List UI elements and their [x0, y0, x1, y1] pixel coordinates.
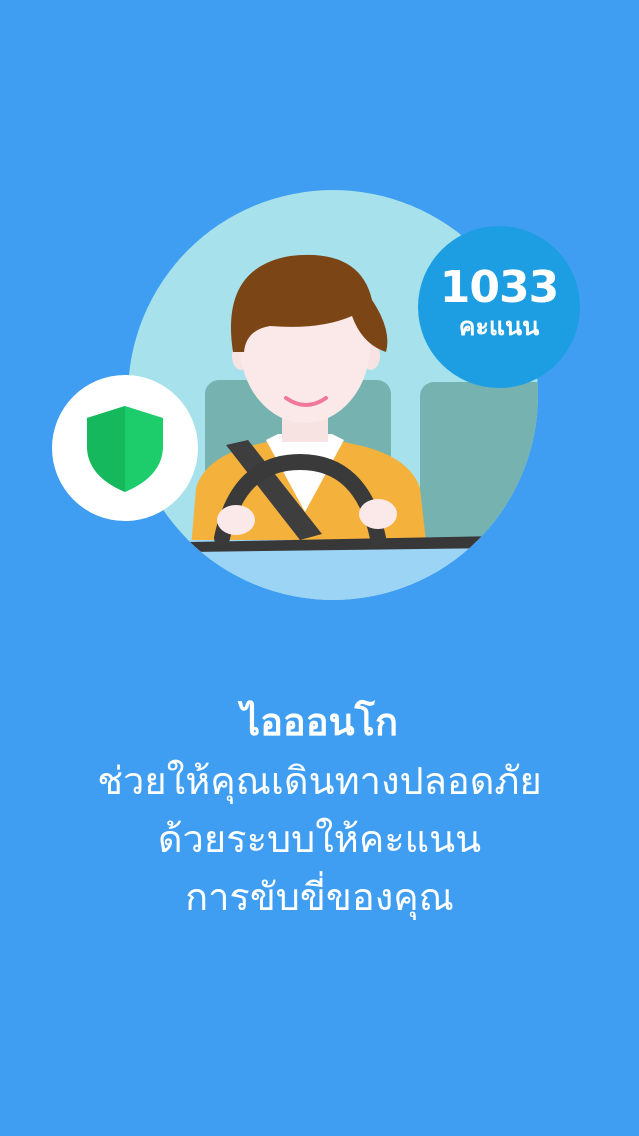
- tagline-line-2: ด้วยระบบให้คะแนน: [157, 817, 482, 861]
- driver-hand-right: [359, 499, 397, 529]
- tagline-title: ไอออนโก: [241, 700, 398, 744]
- dashboard: [128, 540, 538, 600]
- score-badge: 1033 คะแนน: [418, 226, 580, 388]
- tagline-line-1: ช่วยให้คุณเดินทางปลอดภัย: [97, 759, 542, 803]
- driver-hand-left: [217, 505, 255, 535]
- tagline: ไอออนโก ช่วยให้คุณเดินทางปลอดภัย ด้วยระบ…: [0, 692, 639, 926]
- shield-icon: [87, 406, 163, 492]
- onboarding-screen: 1033 คะแนน ไอออนโก ช่วยให้คุณเดินทางปลอด…: [0, 0, 639, 1136]
- tagline-line-3: การขับขี่ของคุณ: [185, 875, 454, 919]
- seat-right: [420, 382, 538, 557]
- score-unit: คะแนน: [458, 312, 540, 341]
- score-value: 1033: [439, 262, 559, 313]
- safety-badge: [52, 375, 198, 521]
